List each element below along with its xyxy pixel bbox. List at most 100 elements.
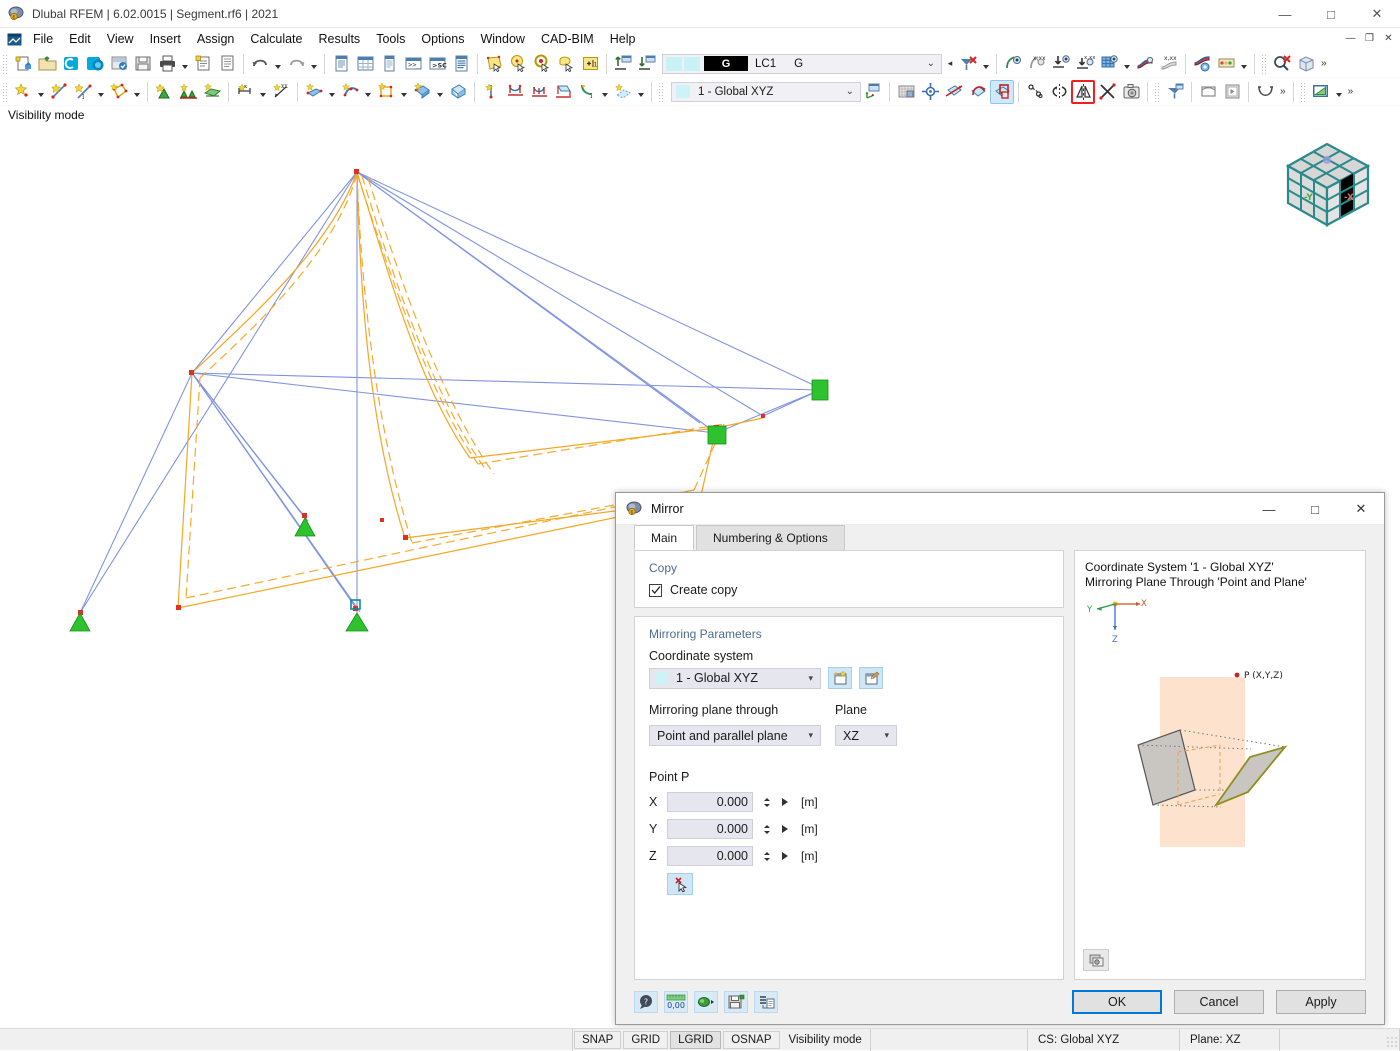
data-list-icon[interactable] <box>449 52 473 76</box>
console-icon[interactable]: >>_ <box>401 52 425 76</box>
point-p-z-more-icon[interactable] <box>782 852 788 860</box>
result-diagram-icon[interactable] <box>1133 52 1157 76</box>
menu-item-file[interactable]: File <box>25 28 61 50</box>
new-line-icon[interactable] <box>47 80 71 104</box>
load-case-up-icon[interactable] <box>611 52 635 76</box>
nodal-load-dropdown-arrow[interactable] <box>326 80 338 104</box>
new-report-icon[interactable] <box>191 52 215 76</box>
status-plane[interactable]: Plane: XZ <box>1180 1028 1280 1051</box>
menu-item-cad-bim[interactable]: CAD-BIM <box>533 28 602 50</box>
result-grid-icon[interactable] <box>1097 52 1121 76</box>
select-special-icon[interactable]: 1 <box>578 52 602 76</box>
undo-icon[interactable] <box>248 52 272 76</box>
point-p-z-stepper[interactable] <box>761 846 772 866</box>
new-model-icon[interactable] <box>11 52 35 76</box>
menu-item-tools[interactable]: Tools <box>368 28 413 50</box>
delete-loads-icon[interactable] <box>956 52 980 76</box>
dimension-dropdown-arrow[interactable] <box>257 80 269 104</box>
snap-point-icon[interactable] <box>918 80 942 104</box>
apply-button[interactable]: Apply <box>1276 990 1366 1014</box>
show-results-icon[interactable] <box>1001 52 1025 76</box>
scale-object-icon[interactable] <box>990 79 1014 104</box>
move-object-icon[interactable] <box>942 80 966 104</box>
dashed-object-dropdown-arrow[interactable] <box>635 80 647 104</box>
status-toggle-snap[interactable]: SNAP <box>574 1030 622 1049</box>
mirror-dialog-minimize-button[interactable]: — <box>1246 493 1292 525</box>
point-p-y-input[interactable]: 0.000 <box>667 819 753 839</box>
ok-button[interactable]: OK <box>1072 990 1162 1014</box>
menu-item-edit[interactable]: Edit <box>61 28 99 50</box>
point-p-z-input[interactable]: 0.000 <box>667 846 753 866</box>
rotate-copy-icon[interactable] <box>1047 80 1071 104</box>
new-surface-icon[interactable] <box>107 80 131 104</box>
hide-results-icon[interactable]: x,xx <box>1025 52 1049 76</box>
result-grid-dropdown-arrow[interactable] <box>1121 52 1133 76</box>
surface-load-icon[interactable] <box>374 80 398 104</box>
solid-load-dropdown-arrow[interactable] <box>434 80 446 104</box>
surface-load-dropdown-arrow[interactable] <box>398 80 410 104</box>
solid-load-icon[interactable] <box>410 80 434 104</box>
select-by-ring-icon[interactable] <box>530 52 554 76</box>
status-toggle-lgrid[interactable]: LGRID <box>670 1030 722 1049</box>
rotate-object-icon[interactable] <box>966 80 990 104</box>
mdi-minimize-button[interactable]: — <box>1341 29 1360 47</box>
units-icon[interactable]: 0,00 <box>664 991 688 1013</box>
line-support-icon[interactable] <box>176 80 200 104</box>
open-model-icon[interactable] <box>35 52 59 76</box>
menu-item-results[interactable]: Results <box>311 28 369 50</box>
details-icon[interactable] <box>754 991 778 1013</box>
diagram-view-icon[interactable] <box>1309 80 1333 104</box>
new-hinge-icon[interactable] <box>479 80 503 104</box>
work-plane-grid-icon[interactable] <box>894 80 918 104</box>
toolbar-overflow-button-3[interactable]: » <box>1345 86 1357 97</box>
result-settings-icon[interactable] <box>1190 52 1214 76</box>
status-toggle-osnap[interactable]: OSNAP <box>723 1030 780 1049</box>
status-coordinate-system[interactable]: CS: Global XYZ <box>1028 1028 1180 1051</box>
coordinate-system-combo[interactable]: 1 - Global XYZ ⌄ <box>671 81 861 102</box>
pick-point-icon[interactable] <box>667 873 693 895</box>
mirroring-plane-through-select[interactable]: Point and parallel plane ▾ <box>649 725 821 746</box>
menu-item-options[interactable]: Options <box>413 28 472 50</box>
plane-select[interactable]: XZ ▾ <box>835 725 897 746</box>
print-icon[interactable] <box>155 52 179 76</box>
dimension-icon[interactable]: x <box>233 80 257 104</box>
select-lasso-icon[interactable] <box>554 52 578 76</box>
new-coordinate-system-icon[interactable] <box>828 667 852 689</box>
member-load-icon[interactable] <box>338 80 362 104</box>
save-defaults-icon[interactable] <box>724 991 748 1013</box>
chevron-down-icon[interactable]: ⌄ <box>846 86 854 97</box>
result-diagram-values-icon[interactable]: x,xx <box>1157 52 1181 76</box>
settings-icon[interactable] <box>694 991 718 1013</box>
toolbar-grip[interactable] <box>1299 81 1307 102</box>
project-object-icon[interactable] <box>1023 80 1047 104</box>
new-node-icon[interactable] <box>11 80 35 104</box>
menu-item-assign[interactable]: Assign <box>189 28 243 50</box>
point-p-x-stepper[interactable] <box>761 792 772 812</box>
view-navigation-cube[interactable]: -Y -X <box>1272 128 1382 238</box>
result-legend-dropdown-arrow[interactable] <box>1238 52 1250 76</box>
point-p-y-more-icon[interactable] <box>782 825 788 833</box>
mirror-dialog-title-bar[interactable]: 6 Mirror — □ ✕ <box>616 493 1384 525</box>
create-copy-row[interactable]: Create copy <box>649 583 1049 597</box>
print-dropdown-arrow[interactable] <box>179 52 191 76</box>
result-values-down-icon[interactable] <box>1049 52 1073 76</box>
tab-numbering-options[interactable]: Numbering & Options <box>696 525 845 550</box>
member-release-icon[interactable] <box>503 80 527 104</box>
chevron-down-icon[interactable]: ▾ <box>884 730 889 741</box>
zoom-delete-icon[interactable] <box>1270 52 1294 76</box>
toolbar-grip[interactable] <box>658 81 665 102</box>
mdi-close-button[interactable]: ✕ <box>1379 29 1398 47</box>
window-resize-grip[interactable] <box>1386 1036 1398 1048</box>
toolbar-overflow-button[interactable]: » <box>1318 58 1330 69</box>
tables-icon[interactable] <box>353 52 377 76</box>
nodal-support-icon[interactable] <box>152 80 176 104</box>
diagram-view-dropdown-arrow[interactable] <box>1333 80 1345 104</box>
chevron-down-icon[interactable]: ▾ <box>808 673 813 684</box>
menu-item-help[interactable]: Help <box>602 28 644 50</box>
model-properties-icon[interactable] <box>107 52 131 76</box>
model-settings-icon[interactable] <box>1119 80 1143 104</box>
surface-support-icon[interactable] <box>200 80 224 104</box>
chevron-down-icon[interactable]: ▾ <box>808 730 813 741</box>
toolbar-grip[interactable] <box>2 53 9 74</box>
redo-icon[interactable] <box>284 52 308 76</box>
